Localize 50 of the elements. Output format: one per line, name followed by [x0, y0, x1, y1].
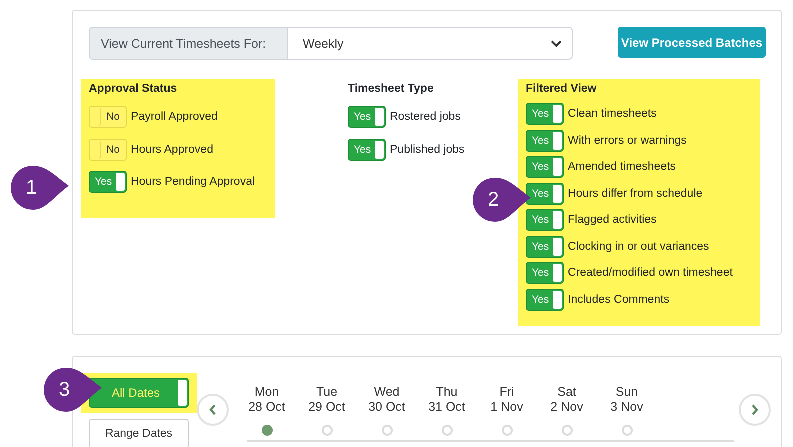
view-processed-batches-button[interactable]: View Processed Batches — [618, 27, 766, 58]
toggle-switch[interactable]: Yes — [526, 156, 564, 178]
toggle-label: Hours Approved — [131, 144, 214, 156]
toggle-switch[interactable]: Yes — [526, 130, 564, 152]
group-title: Timesheet Type — [348, 83, 435, 95]
toggle-label: Includes Comments — [568, 294, 670, 306]
chevron-right-icon — [751, 404, 759, 416]
select-value: Weekly — [303, 36, 344, 50]
toggle-label: Hours Pending Approval — [131, 176, 256, 188]
toggle-switch[interactable]: Yes — [526, 103, 564, 126]
toggle-label: Clean timesheets — [568, 108, 657, 120]
day-button[interactable]: Wed 30 Oct — [357, 370, 417, 436]
day-button[interactable]: Thu 31 Oct — [417, 370, 477, 436]
day-button[interactable]: Mon 28 Oct — [237, 370, 297, 436]
toggle-label: With errors or warnings — [568, 134, 687, 147]
toggle-switch[interactable]: Yes — [526, 236, 564, 258]
toggle-switch[interactable]: No — [89, 138, 127, 161]
day-button[interactable]: Sat 2 Nov — [537, 370, 597, 436]
all-dates-toggle[interactable]: All Dates — [89, 378, 189, 408]
toggle-switch[interactable]: Yes — [526, 182, 564, 205]
toggle-switch[interactable]: Yes — [348, 106, 386, 128]
select-label: View Current Timesheets For: — [90, 28, 288, 59]
toggle-label: Payroll Approved — [131, 111, 218, 124]
toggle-label: Clocking in or out variances — [568, 240, 710, 253]
group-title: Filtered View — [526, 83, 598, 95]
callout-badge: 2 — [470, 176, 532, 224]
next-button[interactable] — [739, 394, 771, 426]
toggle-switch[interactable]: Yes — [526, 262, 564, 284]
toggle-switch[interactable]: No — [89, 106, 127, 128]
toggle-label: Amended timesheets — [568, 161, 676, 174]
day-button[interactable]: Tue 29 Oct — [297, 370, 357, 436]
callout-badge: 1 — [8, 164, 70, 212]
toggle-label: Rostered jobs — [390, 111, 461, 124]
toggle-switch[interactable]: Yes — [89, 171, 127, 194]
toggle-label: Created/modified own timesheet — [568, 267, 733, 280]
toggle-label: Hours differ from schedule — [568, 188, 703, 200]
previous-button[interactable] — [197, 394, 229, 426]
toggle-switch[interactable]: Yes — [526, 209, 564, 232]
toggle-label: Published jobs — [390, 144, 465, 156]
timesheet-period-select[interactable]: View Current Timesheets For: Weekly — [89, 27, 573, 60]
chevron-left-icon — [209, 404, 217, 416]
day-button[interactable]: Sun 3 Nov — [597, 370, 657, 436]
toggle-switch[interactable]: Yes — [526, 288, 564, 311]
chevron-down-icon — [551, 40, 562, 48]
toggle-label: Flagged activities — [568, 214, 657, 226]
day-button[interactable]: Fri 1 Nov — [477, 370, 537, 436]
toggle-switch[interactable]: Yes — [348, 138, 386, 161]
group-title: Approval Status — [89, 83, 178, 95]
callout-badge: 3 — [41, 366, 103, 414]
range-dates-button[interactable]: Range Dates — [89, 419, 189, 447]
